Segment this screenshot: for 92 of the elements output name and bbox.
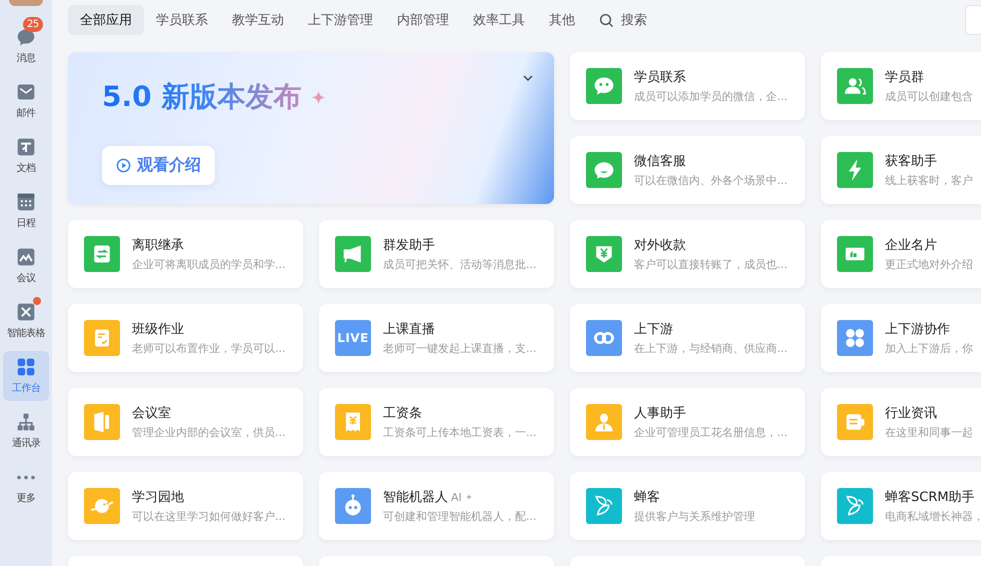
sidebar-item[interactable]: 文档 — [3, 131, 49, 181]
app-title: 学习园地 — [132, 489, 184, 506]
app-title: 离职继承 — [132, 237, 184, 254]
sidebar-item[interactable]: 通讯录 — [3, 406, 49, 456]
search-button[interactable]: 搜索 — [587, 11, 659, 29]
more-icon — [16, 475, 36, 480]
category-tab[interactable]: 学员联系 — [144, 5, 220, 35]
search-icon — [599, 12, 614, 28]
sidebar-item[interactable]: 更多 — [3, 461, 49, 511]
sparkle-icon — [464, 493, 473, 501]
sidebar-item[interactable]: 日程 — [3, 186, 49, 236]
unread-count-badge: 25 — [23, 17, 43, 32]
category-tab[interactable]: 其他 — [537, 5, 587, 35]
app-title: 群发助手 — [383, 237, 435, 254]
sidebar-item[interactable]: 智能表格 — [3, 296, 49, 346]
category-tab[interactable]: 教学互动 — [220, 5, 296, 35]
app-title: 行业资讯 — [885, 405, 937, 422]
sidebar-item[interactable]: 会议 — [3, 241, 49, 291]
app-title: 企业名片 — [885, 237, 937, 254]
contacts-icon — [16, 412, 36, 432]
app-card[interactable]: 学员群 成员可以创建包含 — [821, 52, 981, 120]
app-description: 可以在微信内、外各个场景中... — [634, 173, 788, 188]
grid-icon — [16, 357, 36, 377]
app-card[interactable]: 微信客服 可以在微信内、外各个场景中... — [570, 136, 805, 204]
app-description: 管理企业内部的会议室，供员... — [132, 425, 286, 440]
app-card[interactable]: 获客助手 线上获客时，客户 — [821, 136, 981, 204]
doc-icon — [16, 137, 36, 157]
app-card[interactable]: 会议室 管理企业内部的会议室，供员... — [68, 388, 303, 456]
app-description: 企业可管理员工花名册信息，... — [634, 425, 788, 440]
app-title: 获客助手 — [885, 153, 937, 170]
app-card[interactable]: 上下游协作 加入上下游后，你 — [821, 304, 981, 372]
avatar[interactable] — [9, 0, 43, 6]
app-description: 可以在这里学习如何做好客户... — [132, 509, 286, 524]
ai-tag: AI — [451, 490, 462, 504]
app-title: 上下游协作 — [885, 321, 950, 338]
app-card[interactable]: 离职继承 企业可将离职成员的学员和学... — [68, 220, 303, 288]
app-card[interactable]: 企业名片 更正式地对外介绍 — [821, 220, 981, 288]
app-description: 在这里和同事一起 — [885, 425, 973, 440]
app-title: 微信客服 — [634, 153, 686, 170]
app-description: 可创建和管理智能机器人，配... — [383, 509, 536, 524]
app-description: 成员可把关怀、活动等消息批... — [383, 257, 536, 272]
app-title: 班级作业 — [132, 321, 184, 338]
app-card[interactable]: 学员联系 成员可以添加学员的微信，企... — [570, 52, 805, 120]
category-tab[interactable]: 上下游管理 — [296, 5, 385, 35]
app-card[interactable]: 学习园地 可以在这里学习如何做好客户... — [68, 472, 303, 540]
app-icon: LIVE — [335, 320, 371, 356]
app-title: 对外收款 — [634, 237, 686, 254]
category-tab[interactable]: 效率工具 — [461, 5, 537, 35]
app-description: 成员可以添加学员的微信，企... — [634, 89, 788, 104]
sparkle-icon — [311, 90, 326, 104]
app-title: 学员联系 — [634, 69, 686, 86]
app-card[interactable]: 人事助手 企业可管理员工花名册信息，... — [570, 388, 805, 456]
app-description: 客户可以直接转账了，成员也... — [634, 257, 788, 272]
app-description: 企业可将离职成员的学员和学... — [132, 257, 286, 272]
app-description: 提供客户与关系维护管理 — [634, 509, 755, 524]
app-description: 老师可以布置作业，学员可以... — [132, 341, 286, 356]
app-description: 老师可一键发起上课直播，支... — [383, 341, 536, 356]
app-title: 学员群 — [885, 69, 924, 86]
app-card[interactable]: 智能机器人 AI 可创建和管理智能机器人，配... — [319, 472, 554, 540]
category-tab[interactable]: 内部管理 — [385, 5, 461, 35]
category-tab[interactable]: 全部应用 — [68, 5, 144, 35]
chat-icon — [16, 27, 36, 47]
play-icon — [116, 158, 131, 173]
app-description: 线上获客时，客户 — [885, 173, 973, 188]
app-card[interactable]: 群发助手 成员可把关怀、活动等消息批... — [319, 220, 554, 288]
app-card[interactable]: 工资条 工资条可上传本地工资表，一... — [319, 388, 554, 456]
app-card[interactable]: 行业资讯 在这里和同事一起 — [821, 388, 981, 456]
app-title: 蝉客SCRM助手 — [885, 489, 975, 506]
app-card[interactable]: 蝉客 提供客户与关系维护管理 — [570, 472, 805, 540]
app-description: 加入上下游后，你 — [885, 341, 973, 356]
app-title: 智能机器人 — [383, 489, 448, 506]
app-card[interactable]: LIVE 上课直播 老师可一键发起上课直播，支... — [319, 304, 554, 372]
app-description: 成员可以创建包含 — [885, 89, 973, 104]
app-description: 在上下游，与经销商、供应商... — [634, 341, 788, 356]
app-title: 上课直播 — [383, 321, 435, 338]
mail-icon — [16, 82, 36, 102]
app-card[interactable]: 蝉客SCRM助手 电商私域增长神器， — [821, 472, 981, 540]
app-title: 蝉客 — [634, 489, 660, 506]
app-description: 工资条可上传本地工资表，一... — [383, 425, 536, 440]
app-card[interactable]: 班级作业 老师可以布置作业，学员可以... — [68, 304, 303, 372]
app-title: 会议室 — [132, 405, 171, 422]
watch-intro-button[interactable]: 观看介绍 — [102, 146, 215, 185]
app-card[interactable]: 上下游 在上下游，与经销商、供应商... — [570, 304, 805, 372]
app-description: 更正式地对外介绍 — [885, 257, 973, 272]
sidebar-item[interactable]: 邮件 — [3, 76, 49, 126]
app-title: 工资条 — [383, 405, 422, 422]
app-description: 电商私域增长神器， — [885, 509, 981, 524]
app-card[interactable]: 对外收款 客户可以直接转账了，成员也... — [570, 220, 805, 288]
app-title: 上下游 — [634, 321, 673, 338]
app-title: 人事助手 — [634, 405, 686, 422]
calendar-icon — [16, 192, 36, 212]
release-banner[interactable]: 5.0 新版本发布 观看介绍 — [68, 52, 554, 204]
